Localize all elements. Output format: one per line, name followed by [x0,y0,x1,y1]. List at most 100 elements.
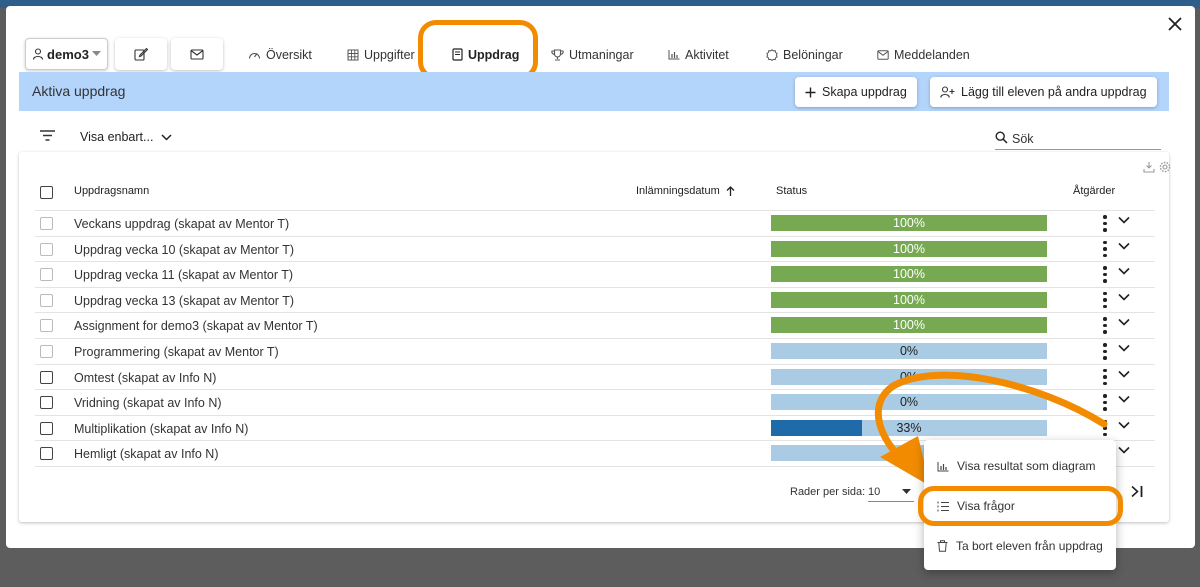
more-vert-icon[interactable] [1101,266,1109,284]
tab-utmaningar[interactable]: Utmaningar [551,34,634,75]
progress-bar: 100% [771,266,1047,283]
expand-chevron-icon[interactable] [1118,318,1132,332]
expand-chevron-icon[interactable] [1118,395,1132,409]
table-row[interactable]: Assignment for demo3 (skapat av Mentor T… [35,313,1155,339]
download-icon[interactable] [1143,161,1155,173]
assignment-name[interactable]: Vridning (skapat av Info N) [74,396,222,410]
message-button[interactable] [171,38,223,70]
filter-icon[interactable] [40,130,55,141]
more-vert-icon[interactable] [1101,368,1109,387]
user-icon [32,48,44,60]
highlight-ring-tab [418,20,538,80]
table-row[interactable]: Multiplikation (skapat av Info N) 33% [35,416,1155,442]
rows-per-page-value: 10 [868,486,881,498]
expand-chevron-icon[interactable] [1118,446,1132,460]
progress-bar: 0% [771,343,1047,359]
edit-icon [134,47,148,61]
tab-meddelanden[interactable]: Meddelanden [877,34,970,75]
expand-chevron-icon[interactable] [1118,421,1132,435]
menu-item-show-diagram[interactable]: Visa resultat som diagram [924,448,1116,484]
assignment-name[interactable]: Multiplikation (skapat av Info N) [74,422,248,436]
row-checkbox[interactable] [40,345,53,358]
create-assignment-button[interactable]: Skapa uppdrag [795,77,917,107]
tab-aktivitet[interactable]: Aktivitet [668,34,729,75]
expand-chevron-icon[interactable] [1118,242,1132,256]
tab-beloningar[interactable]: Belöningar [766,34,843,75]
row-checkbox[interactable] [40,421,53,435]
row-checkbox[interactable] [40,242,53,256]
table-row[interactable]: Programmering (skapat av Mentor T) 0% [35,339,1155,365]
caret-down-icon [902,489,911,495]
row-checkbox[interactable] [40,217,53,230]
row-checkbox[interactable] [40,370,53,384]
assignment-name[interactable]: Programmering (skapat av Mentor T) [74,345,279,359]
menu-item-remove-student[interactable]: Ta bort eleven från uppdrag [924,528,1116,564]
row-checkbox[interactable] [40,396,53,410]
row-checkbox[interactable] [40,447,53,461]
expand-chevron-icon[interactable] [1118,216,1132,230]
assignment-name[interactable]: Omtest (skapat av Info N) [74,371,216,385]
more-vert-icon[interactable] [1101,343,1109,361]
progress-label: 0% [899,369,919,384]
close-icon[interactable] [1165,14,1185,34]
settings-icon[interactable] [1159,161,1171,173]
rows-per-page-select[interactable]: 10 [868,480,914,502]
row-checkbox[interactable] [40,293,53,307]
progress-bar: 0% [771,368,1047,385]
more-vert-icon[interactable] [1101,317,1109,335]
progress-label: 100% [893,292,925,307]
row-checkbox[interactable] [40,319,53,333]
more-vert-icon[interactable] [1101,240,1109,259]
assignment-name[interactable]: Uppdrag vecka 13 (skapat av Mentor T) [74,294,294,308]
table-row[interactable]: Uppdrag vecka 11 (skapat av Mentor T) 100… [35,262,1155,288]
header-name[interactable]: Uppdragsnamn [74,185,149,197]
more-vert-icon[interactable] [1101,291,1109,310]
tab-label: Översikt [266,47,312,62]
expand-chevron-icon[interactable] [1118,370,1132,384]
table-row[interactable]: Veckans uppdrag (skapat av Mentor T) 100% [35,211,1155,237]
table-row[interactable]: Vridning (skapat av Info N) 0% [35,390,1155,416]
show-only-label: Visa enbart... [80,130,154,144]
assignment-name[interactable]: Uppdrag vecka 10 (skapat av Mentor T) [74,243,294,257]
more-vert-icon[interactable] [1101,419,1109,438]
progress-label: 100% [893,267,925,282]
progress-label: 33% [896,420,922,435]
table-row[interactable]: Uppdrag vecka 10 (skapat av Mentor T) 100… [35,237,1155,263]
show-only-dropdown[interactable]: Visa enbart... [80,130,172,144]
expand-chevron-icon[interactable] [1118,293,1132,307]
grid-icon [347,49,359,61]
trophy-icon [551,48,564,61]
tab-label: Aktivitet [685,47,729,62]
last-page-icon[interactable] [1130,485,1144,498]
assignment-name[interactable]: Uppdrag vecka 11 (skapat av Mentor T) [74,268,293,282]
caret-down-icon [91,51,101,57]
header-actions: Åtgärder [1073,185,1116,197]
bar-chart-icon [937,461,949,472]
search-placeholder: Sök [1012,132,1034,146]
expand-chevron-icon[interactable] [1118,267,1132,281]
assignment-name[interactable]: Hemligt (skapat av Info N) [74,447,219,461]
progress-bar: 100% [771,291,1047,308]
add-student-button[interactable]: Lägg till eleven på andra uppdrag [930,77,1157,107]
progress-label: 100% [893,318,925,333]
edit-button[interactable] [115,38,167,70]
header-date[interactable]: Inlämningsdatum [636,185,735,197]
user-dropdown[interactable]: demo3 [25,38,108,70]
row-checkbox[interactable] [40,268,53,282]
tab-oversikt[interactable]: Översikt [248,34,312,75]
add-user-icon [940,86,955,98]
assignment-name[interactable]: Veckans uppdrag (skapat av Mentor T) [74,217,289,231]
add-student-label: Lägg till eleven på andra uppdrag [961,85,1147,99]
assignment-name[interactable]: Assignment for demo3 (skapat av Mentor T… [74,319,318,333]
header-status[interactable]: Status [776,185,807,197]
header-date-label: Inlämningsdatum [636,185,720,197]
select-all-checkbox[interactable] [40,186,53,199]
table-row[interactable]: Uppdrag vecka 13 (skapat av Mentor T) 100… [35,288,1155,314]
more-vert-icon[interactable] [1101,394,1109,412]
create-label: Skapa uppdrag [822,85,907,99]
table-row[interactable]: Omtest (skapat av Info N) 0% [35,365,1155,391]
tab-uppgifter[interactable]: Uppgifter [347,34,415,75]
more-vert-icon[interactable] [1101,215,1109,233]
expand-chevron-icon[interactable] [1118,344,1132,358]
search-input[interactable]: Sök [995,126,1161,150]
